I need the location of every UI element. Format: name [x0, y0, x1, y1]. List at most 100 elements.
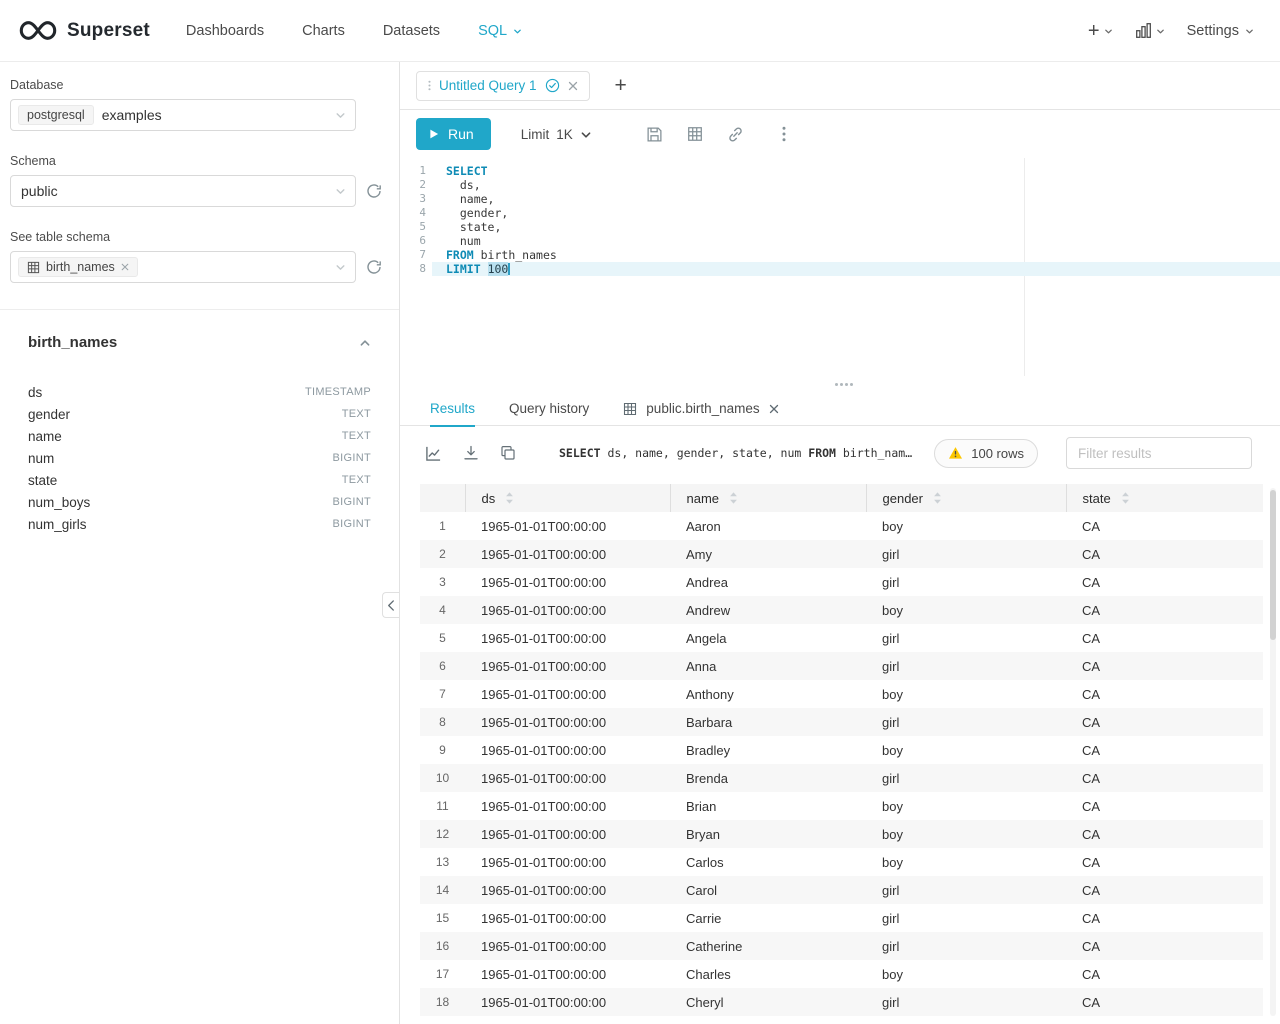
- alerts-menu[interactable]: [1135, 22, 1165, 39]
- list-item-column-ds[interactable]: dsTIMESTAMP: [28, 381, 371, 403]
- column-header-state[interactable]: state: [1066, 484, 1263, 512]
- cell-name: Andrea: [670, 568, 866, 596]
- line-text: ds,: [432, 178, 1280, 192]
- column-type: BIGINT: [333, 496, 371, 508]
- code-line-8: 8LIMIT 100: [400, 262, 1280, 276]
- line-text: num: [432, 234, 1280, 248]
- sort-icon[interactable]: [933, 491, 942, 505]
- table-preview-tab[interactable]: public.birth_names: [623, 401, 778, 416]
- nav-item-datasets[interactable]: Datasets: [383, 23, 440, 39]
- sort-icon[interactable]: [1121, 491, 1130, 505]
- sidebar-collapse-handle[interactable]: [382, 592, 399, 618]
- cell-state: CA: [1066, 904, 1263, 932]
- preview-token: SELECT: [559, 446, 601, 460]
- filter-results-input[interactable]: [1066, 437, 1252, 469]
- nav-item-sql[interactable]: SQL: [478, 23, 522, 39]
- save-icon[interactable]: [634, 126, 675, 143]
- sort-icon[interactable]: [505, 491, 514, 505]
- link-icon[interactable]: [715, 126, 756, 143]
- row-index-cell: 1: [420, 512, 465, 540]
- nav-item-dashboards[interactable]: Dashboards: [186, 23, 264, 39]
- list-item-column-gender[interactable]: genderTEXT: [28, 403, 371, 425]
- bar-chart-icon: [1135, 22, 1152, 39]
- run-button[interactable]: Run: [416, 118, 491, 150]
- row-index-cell: 14: [420, 876, 465, 904]
- line-text: name,: [432, 192, 1280, 206]
- column-type: TEXT: [342, 408, 371, 420]
- tab-query-history[interactable]: Query history: [509, 392, 589, 426]
- copy-icon[interactable]: [500, 445, 537, 461]
- superset-logo[interactable]: Superset: [18, 19, 150, 42]
- list-item-column-name[interactable]: nameTEXT: [28, 425, 371, 447]
- list-item-column-num_boys[interactable]: num_boysBIGINT: [28, 491, 371, 513]
- list-item-column-num[interactable]: numBIGINT: [28, 447, 371, 469]
- kebab-menu-icon[interactable]: [770, 126, 798, 142]
- close-icon[interactable]: [121, 263, 129, 271]
- column-name: num_girls: [28, 517, 87, 532]
- tab-results[interactable]: Results: [430, 392, 475, 426]
- cell-ds: 1965-01-01T00:00:00: [465, 624, 670, 652]
- add-tab-button[interactable]: +: [607, 71, 635, 100]
- table-row: 141965-01-01T00:00:00CarolgirlCA: [420, 876, 1263, 904]
- column-header-inner: gender: [883, 491, 1066, 506]
- refresh-tables-icon[interactable]: [366, 259, 382, 275]
- sql-editor[interactable]: 1SELECT2 ds,3 name,4 gender,5 state,6 nu…: [400, 158, 1280, 376]
- table-row: 101965-01-01T00:00:00BrendagirlCA: [420, 764, 1263, 792]
- close-icon[interactable]: [568, 81, 578, 91]
- cell-name: Anthony: [670, 680, 866, 708]
- refresh-schema-icon[interactable]: [366, 183, 382, 199]
- list-item-column-num_girls[interactable]: num_girlsBIGINT: [28, 513, 371, 535]
- row-index-cell: 4: [420, 596, 465, 624]
- row-index-cell: 8: [420, 708, 465, 736]
- database-select[interactable]: postgresql examples: [10, 99, 356, 131]
- table-grid-icon[interactable]: [675, 126, 715, 142]
- create-chart-icon[interactable]: [425, 445, 463, 462]
- grid-body: 11965-01-01T00:00:00AaronboyCA21965-01-0…: [420, 512, 1263, 1016]
- download-icon[interactable]: [463, 445, 500, 461]
- code-token: 100: [488, 262, 509, 276]
- pane-resize-handle[interactable]: [400, 376, 1280, 392]
- query-preview[interactable]: SELECT ds, name, gender, state, num FROM…: [559, 446, 918, 460]
- chevron-up-icon[interactable]: [359, 337, 371, 349]
- code-token: state,: [446, 220, 501, 234]
- chevron-down-icon: [1156, 27, 1165, 36]
- preview-token: ds, name, gender, state, num: [601, 446, 809, 460]
- schema-value: public: [18, 183, 58, 199]
- nav-item-charts[interactable]: Charts: [302, 23, 345, 39]
- code-line-4: 4 gender,: [400, 206, 1280, 220]
- cell-ds: 1965-01-01T00:00:00: [465, 932, 670, 960]
- limit-dropdown[interactable]: Limit 1K: [521, 127, 592, 142]
- code-token: ds,: [446, 178, 481, 192]
- line-number: 4: [400, 206, 432, 220]
- nav-item-label: Datasets: [383, 23, 440, 39]
- cell-state: CA: [1066, 988, 1263, 1016]
- chevron-left-icon: [387, 600, 395, 611]
- column-header-label: gender: [883, 491, 923, 506]
- nav-item-label: Dashboards: [186, 23, 264, 39]
- column-header-label: ds: [482, 491, 496, 506]
- rows-count-badge[interactable]: 100 rows: [934, 439, 1038, 468]
- column-header-gender[interactable]: gender: [866, 484, 1066, 512]
- list-item-column-state[interactable]: stateTEXT: [28, 469, 371, 491]
- column-header-ds[interactable]: ds: [465, 484, 670, 512]
- table-select[interactable]: birth_names: [10, 251, 356, 283]
- sqllab-main: Untitled Query 1 + Run Limit 1K: [400, 62, 1280, 1024]
- code-lines: 1SELECT2 ds,3 name,4 gender,5 state,6 nu…: [400, 164, 1280, 276]
- results-scrollbar[interactable]: [1270, 490, 1276, 640]
- table-row: 91965-01-01T00:00:00BradleyboyCA: [420, 736, 1263, 764]
- schema-select[interactable]: public: [10, 175, 356, 207]
- line-number: 7: [400, 248, 432, 262]
- cell-gender: boy: [866, 680, 1066, 708]
- new-menu[interactable]: +: [1088, 21, 1113, 41]
- cell-gender: girl: [866, 904, 1066, 932]
- cell-state: CA: [1066, 932, 1263, 960]
- settings-menu[interactable]: Settings: [1187, 23, 1254, 39]
- query-tab[interactable]: Untitled Query 1: [416, 71, 590, 101]
- close-icon[interactable]: [769, 404, 779, 414]
- sort-icon[interactable]: [729, 491, 738, 505]
- column-header-name[interactable]: name: [670, 484, 866, 512]
- table-row: 21965-01-01T00:00:00AmygirlCA: [420, 540, 1263, 568]
- table-row: 51965-01-01T00:00:00AngelagirlCA: [420, 624, 1263, 652]
- table-row: 121965-01-01T00:00:00BryanboyCA: [420, 820, 1263, 848]
- code-token: FROM: [446, 248, 474, 262]
